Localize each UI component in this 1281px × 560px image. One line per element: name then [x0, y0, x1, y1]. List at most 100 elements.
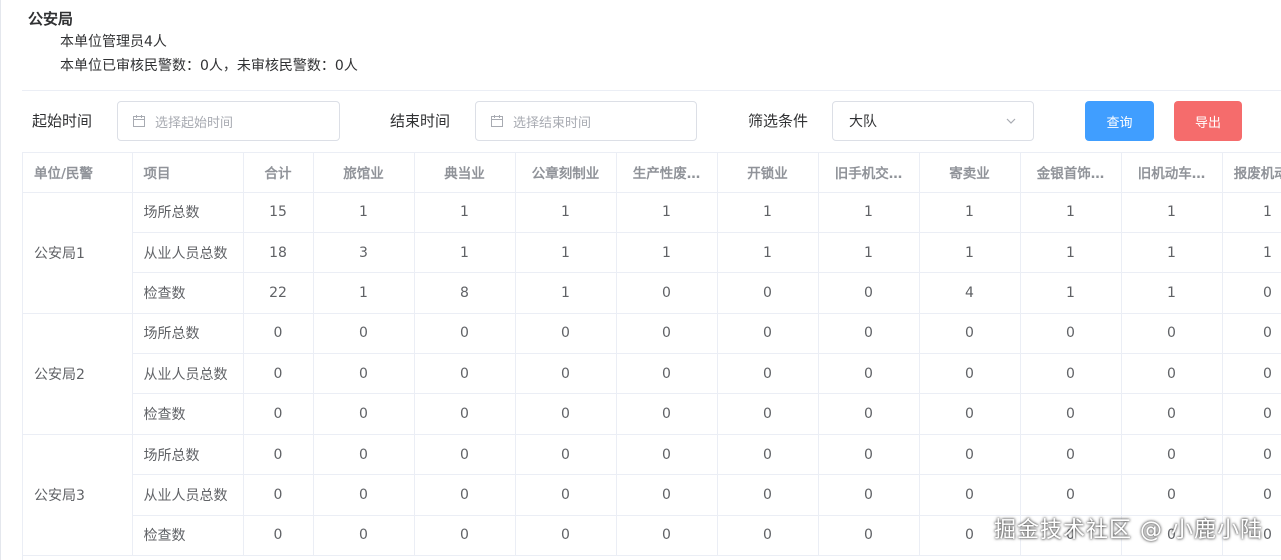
value-cell: 0 — [1121, 474, 1223, 516]
value-cell: 1 — [616, 232, 718, 274]
value-cell: 0 — [243, 313, 314, 355]
value-cell: 0 — [414, 515, 516, 557]
start-time-placeholder: 选择起始时间 — [155, 115, 234, 131]
value-cell: 0 — [1121, 313, 1223, 355]
value-cell: 0 — [717, 434, 819, 476]
value-cell: 1 — [717, 192, 819, 233]
value-cell: 0 — [313, 515, 415, 557]
value-cell: 0 — [414, 393, 516, 435]
value-cell: 0 — [919, 474, 1021, 516]
value-cell: 3 — [313, 232, 415, 274]
value-cell: 0 — [414, 434, 516, 476]
value-cell: 0 — [1121, 434, 1223, 476]
value-cell: 0 — [414, 474, 516, 516]
value-cell: 0 — [414, 353, 516, 395]
item-cell: 场所总数 — [132, 313, 244, 355]
value-cell: 0 — [313, 474, 415, 516]
item-cell: 从业人员总数 — [132, 232, 244, 274]
query-button[interactable]: 查询 — [1085, 101, 1154, 141]
value-cell: 0 — [717, 393, 819, 435]
unit-cell: 公安局2 — [23, 313, 133, 435]
divider — [22, 90, 1281, 91]
value-cell: 1 — [1222, 232, 1281, 274]
table-row: 检查数 22 1 8 1 0 0 0 4 1 1 0 — [23, 272, 1281, 314]
value-cell: 0 — [243, 393, 314, 435]
value-cell: 1 — [414, 232, 516, 274]
export-button[interactable]: 导出 — [1174, 101, 1242, 141]
value-cell: 0 — [515, 393, 617, 435]
column-header: 公章刻制业 — [515, 153, 617, 193]
value-cell: 0 — [818, 515, 920, 557]
value-cell: 1 — [818, 192, 920, 233]
value-cell: 0 — [1121, 353, 1223, 395]
value-cell: 0 — [313, 313, 415, 355]
value-cell: 0 — [1020, 393, 1122, 435]
stats-table: 单位/民警 项目 合计 旅馆业 典当业 公章刻制业 生产性废… 开锁业 旧手机交… 寄卖业 金银首饰… — [22, 152, 1281, 560]
value-cell: 0 — [919, 393, 1021, 435]
value-cell: 0 — [515, 313, 617, 355]
value-cell: 1 — [1020, 232, 1122, 274]
condition-value: 大队 — [849, 114, 877, 130]
table-header-row: 单位/民警 项目 合计 旅馆业 典当业 公章刻制业 生产性废… 开锁业 旧手机交… 寄卖业 金银首饰… — [23, 153, 1281, 193]
table-row: 从业人员总数 0 0 0 0 0 0 0 0 0 0 0 — [23, 353, 1281, 395]
table-row: 从业人员总数 0 0 0 0 0 0 0 0 0 0 0 — [23, 474, 1281, 516]
value-cell: 1 — [919, 232, 1021, 274]
column-header: 合计 — [243, 153, 314, 193]
value-cell: 0 — [1222, 434, 1281, 476]
value-cell: 1 — [1121, 192, 1223, 233]
value-cell: 18 — [243, 232, 314, 274]
value-cell: 0 — [313, 434, 415, 476]
end-time-label: 结束时间 — [390, 112, 451, 130]
column-header: 典当业 — [414, 153, 516, 193]
column-header: 生产性废… — [616, 153, 718, 193]
value-cell: 1 — [818, 232, 920, 274]
item-cell: 检查数 — [132, 272, 244, 314]
table-row: 从业人员总数 18 3 1 1 1 1 1 1 1 1 1 — [23, 232, 1281, 274]
column-header: 旅馆业 — [313, 153, 415, 193]
value-cell: 0 — [818, 393, 920, 435]
value-cell: 1 — [1222, 192, 1281, 233]
value-cell: 0 — [1222, 313, 1281, 355]
value-cell: 0 — [1020, 434, 1122, 476]
column-header: 旧手机交… — [818, 153, 920, 193]
unit-info: 公安局 本单位管理员4人 本单位已审核民警数：0人，未审核民警数：0人 — [28, 8, 358, 78]
chevron-down-icon — [1006, 118, 1016, 124]
column-header: 单位/民警 — [23, 153, 133, 193]
start-time-input[interactable]: 选择起始时间 — [117, 101, 340, 141]
table-row: 公安局2 场所总数 0 0 0 0 0 0 0 0 0 0 0 — [23, 313, 1281, 435]
value-cell: 1 — [313, 272, 415, 314]
value-cell: 0 — [616, 393, 718, 435]
condition-label: 筛选条件 — [748, 112, 809, 130]
value-cell: 0 — [243, 434, 314, 476]
value-cell: 1 — [1121, 232, 1223, 274]
item-cell: 检查数 — [132, 393, 244, 435]
value-cell: 0 — [1121, 393, 1223, 435]
start-time-label: 起始时间 — [32, 112, 93, 130]
column-header: 旧机动车… — [1121, 153, 1223, 193]
value-cell: 0 — [1222, 272, 1281, 314]
value-cell: 0 — [1020, 353, 1122, 395]
value-cell: 0 — [1222, 474, 1281, 516]
end-time-input[interactable]: 选择结束时间 — [475, 101, 697, 141]
value-cell: 0 — [919, 434, 1021, 476]
value-cell: 0 — [818, 434, 920, 476]
value-cell: 0 — [515, 353, 617, 395]
value-cell: 0 — [515, 434, 617, 476]
value-cell: 0 — [717, 515, 819, 557]
calendar-icon — [133, 115, 145, 127]
value-cell: 0 — [616, 474, 718, 516]
value-cell: 0 — [818, 313, 920, 355]
value-cell: 1 — [1020, 272, 1122, 314]
value-cell: 0 — [1020, 474, 1122, 516]
value-cell: 0 — [313, 393, 415, 435]
condition-select[interactable]: 大队 — [832, 101, 1034, 141]
value-cell: 0 — [919, 313, 1021, 355]
column-header: 金银首饰… — [1020, 153, 1122, 193]
value-cell: 1 — [919, 192, 1021, 233]
item-cell: 场所总数 — [132, 192, 244, 233]
item-cell: 从业人员总数 — [132, 353, 244, 395]
value-cell: 1 — [616, 192, 718, 233]
value-cell: 0 — [717, 474, 819, 516]
value-cell: 0 — [818, 272, 920, 314]
value-cell: 1 — [717, 232, 819, 274]
